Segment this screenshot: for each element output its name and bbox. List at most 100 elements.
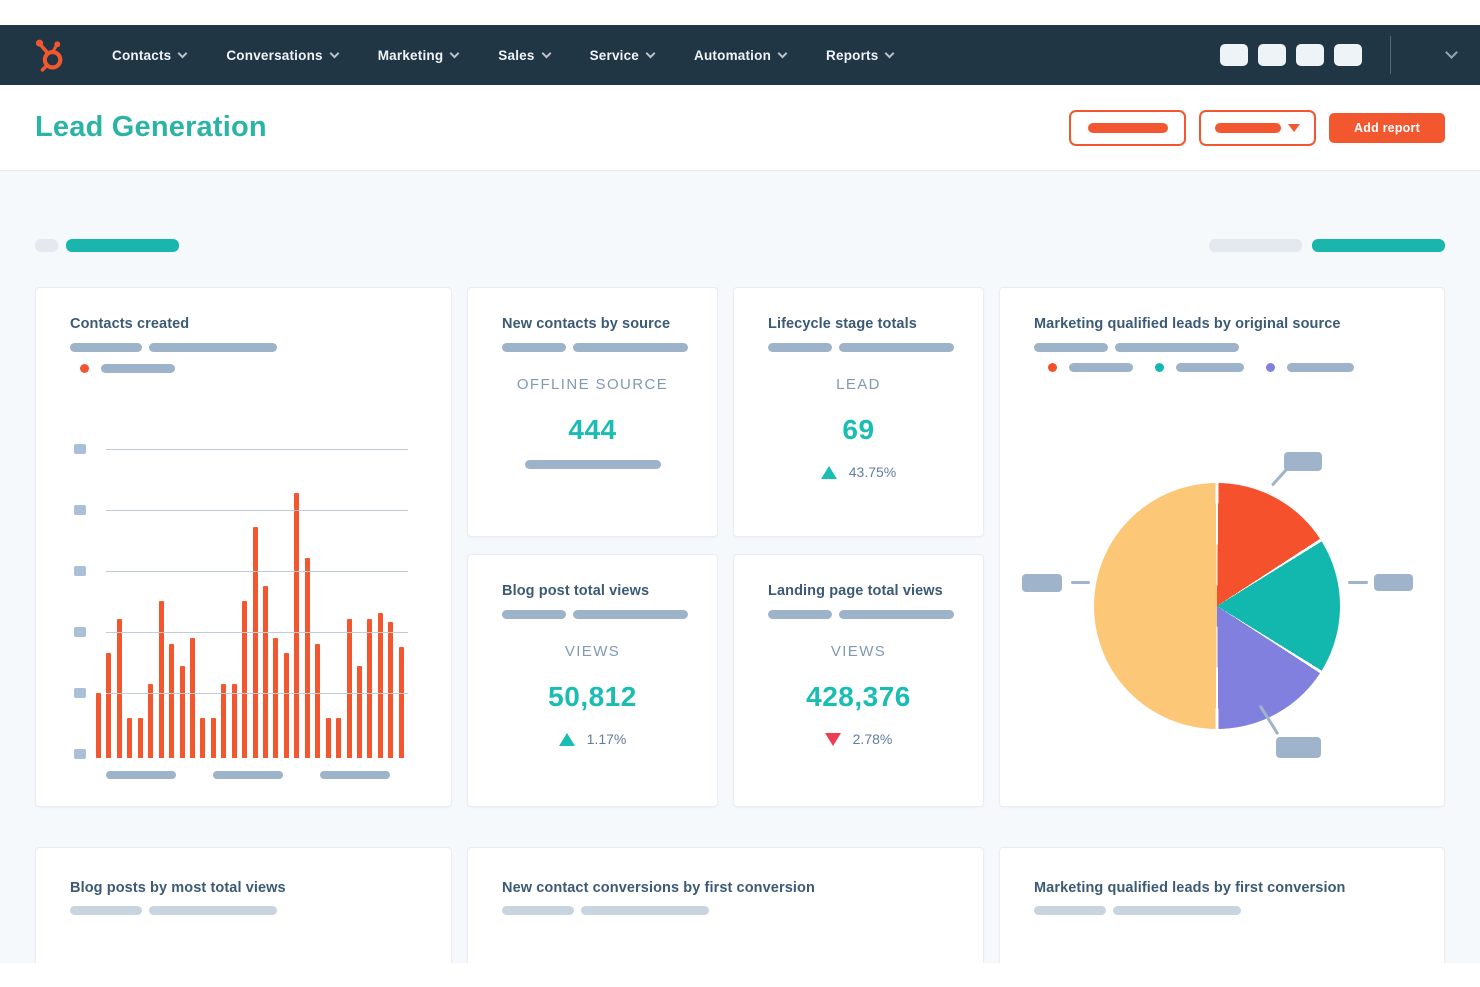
nav-item-marketing[interactable]: Marketing xyxy=(378,48,459,63)
y-axis-tick-placeholder xyxy=(74,505,86,515)
filter-toggle-placeholder[interactable] xyxy=(35,239,58,252)
card-contacts-created[interactable]: Contacts created xyxy=(35,287,452,807)
card-blog-posts-by-most-total-views[interactable]: Blog posts by most total views xyxy=(35,847,452,963)
nav-item-label: Conversations xyxy=(226,48,322,63)
nav-icon-placeholder[interactable] xyxy=(1334,44,1362,66)
bar xyxy=(200,718,205,758)
bar xyxy=(159,601,164,758)
dashboard-filter-dropdown[interactable] xyxy=(1199,110,1316,146)
card-subtitle-placeholder xyxy=(1034,906,1241,915)
card-blog-post-total-views[interactable]: Blog post total views VIEWS 50,812 1.17% xyxy=(467,554,718,807)
nav-icon-placeholder[interactable] xyxy=(1258,44,1286,66)
card-lifecycle-stage-totals[interactable]: Lifecycle stage totals LEAD 69 43.75% xyxy=(733,287,984,537)
chart-legend xyxy=(80,364,175,373)
card-subtitle-placeholder xyxy=(502,610,688,619)
nav-item-reports[interactable]: Reports xyxy=(826,48,893,63)
card-subtitle-placeholder xyxy=(70,906,277,915)
nav-item-automation[interactable]: Automation xyxy=(694,48,786,63)
card-mql-by-first-conversion[interactable]: Marketing qualified leads by first conve… xyxy=(999,847,1445,963)
bar xyxy=(190,638,195,758)
nav-item-sales[interactable]: Sales xyxy=(498,48,549,63)
nav-item-label: Reports xyxy=(826,48,878,63)
chevron-down-icon xyxy=(646,48,656,58)
bar xyxy=(138,718,143,758)
account-chevron-down-icon[interactable] xyxy=(1445,46,1458,59)
filter-chip-placeholder[interactable] xyxy=(1209,239,1302,252)
bar xyxy=(148,684,153,758)
nav-item-label: Sales xyxy=(498,48,534,63)
bar xyxy=(347,619,352,758)
card-title: Landing page total views xyxy=(768,583,943,599)
metric-label: VIEWS xyxy=(468,643,717,660)
caret-down-icon xyxy=(1288,124,1300,132)
bar xyxy=(211,718,216,758)
bar xyxy=(263,586,268,758)
bar xyxy=(388,622,393,758)
metric-value: 69 xyxy=(734,414,983,446)
card-new-contacts-by-source[interactable]: New contacts by source OFFLINE SOURCE 44… xyxy=(467,287,718,537)
metric-value: 428,376 xyxy=(734,681,983,713)
card-landing-page-total-views[interactable]: Landing page total views VIEWS 428,376 2… xyxy=(733,554,984,807)
bar xyxy=(127,718,132,758)
nav-item-conversations[interactable]: Conversations xyxy=(226,48,337,63)
card-new-contact-conversions[interactable]: New contact conversions by first convers… xyxy=(467,847,984,963)
delta-arrow-icon xyxy=(825,733,841,746)
pie-callout-line xyxy=(1271,463,1293,487)
bottom-margin xyxy=(0,963,1480,987)
chevron-down-icon xyxy=(885,48,895,58)
hubspot-logo-icon[interactable] xyxy=(30,36,68,74)
nav-item-contacts[interactable]: Contacts xyxy=(112,48,186,63)
nav-item-label: Service xyxy=(590,48,639,63)
y-axis-tick-placeholder xyxy=(74,566,86,576)
nav-menu: Contacts Conversations Marketing Sales Servi… xyxy=(112,48,893,63)
chart-legend xyxy=(1048,363,1354,372)
legend-label-placeholder xyxy=(101,364,175,373)
card-mql-by-original-source[interactable]: Marketing qualified leads by original so… xyxy=(999,287,1445,807)
legend-dot xyxy=(1155,363,1164,372)
chevron-down-icon xyxy=(329,48,339,58)
metric-label: VIEWS xyxy=(734,643,983,660)
gridline xyxy=(106,693,408,694)
legend-dot xyxy=(80,364,89,373)
delta-value: 43.75% xyxy=(849,464,896,480)
x-axis-label-placeholder xyxy=(106,771,176,779)
nav-item-service[interactable]: Service xyxy=(590,48,654,63)
bar xyxy=(378,613,383,758)
report-grid-bottom: Blog posts by most total views New conta… xyxy=(35,847,1445,963)
bar xyxy=(326,718,331,758)
filter-chip-placeholder[interactable] xyxy=(1312,239,1445,252)
metric-delta: 43.75% xyxy=(734,464,983,480)
gridline xyxy=(106,571,408,572)
legend-label-placeholder xyxy=(1287,363,1354,372)
report-grid-top: Contacts created New contacts by source … xyxy=(35,287,1445,807)
metric-value: 50,812 xyxy=(468,681,717,713)
bar xyxy=(180,666,185,758)
nav-icon-placeholder[interactable] xyxy=(1296,44,1324,66)
gridline xyxy=(106,632,408,633)
add-report-button[interactable]: Add report xyxy=(1329,113,1445,143)
filter-chip-placeholder[interactable] xyxy=(66,239,179,252)
bar xyxy=(294,493,299,758)
metric-delta: 2.78% xyxy=(734,731,983,747)
bar xyxy=(273,638,278,758)
nav-right-group xyxy=(1220,36,1456,74)
nav-icon-placeholder[interactable] xyxy=(1220,44,1248,66)
bar xyxy=(117,619,122,758)
dashboard-actions-button[interactable] xyxy=(1069,110,1186,146)
page-header: Lead Generation Add report xyxy=(0,85,1480,171)
pie-callout-placeholder xyxy=(1284,452,1322,471)
bar xyxy=(315,644,320,758)
metric-footer-placeholder xyxy=(525,460,661,469)
bar xyxy=(232,684,237,758)
bar xyxy=(221,684,226,758)
y-axis-tick-placeholder xyxy=(74,627,86,637)
card-subtitle-placeholder xyxy=(768,343,954,352)
card-subtitle-placeholder xyxy=(1034,343,1239,352)
card-subtitle-placeholder xyxy=(502,906,709,915)
bar xyxy=(106,653,111,758)
pie-callout-placeholder xyxy=(1022,574,1062,592)
chevron-down-icon xyxy=(541,48,551,58)
bar xyxy=(284,653,289,758)
delta-arrow-icon xyxy=(559,733,575,746)
legend-dot xyxy=(1048,363,1057,372)
